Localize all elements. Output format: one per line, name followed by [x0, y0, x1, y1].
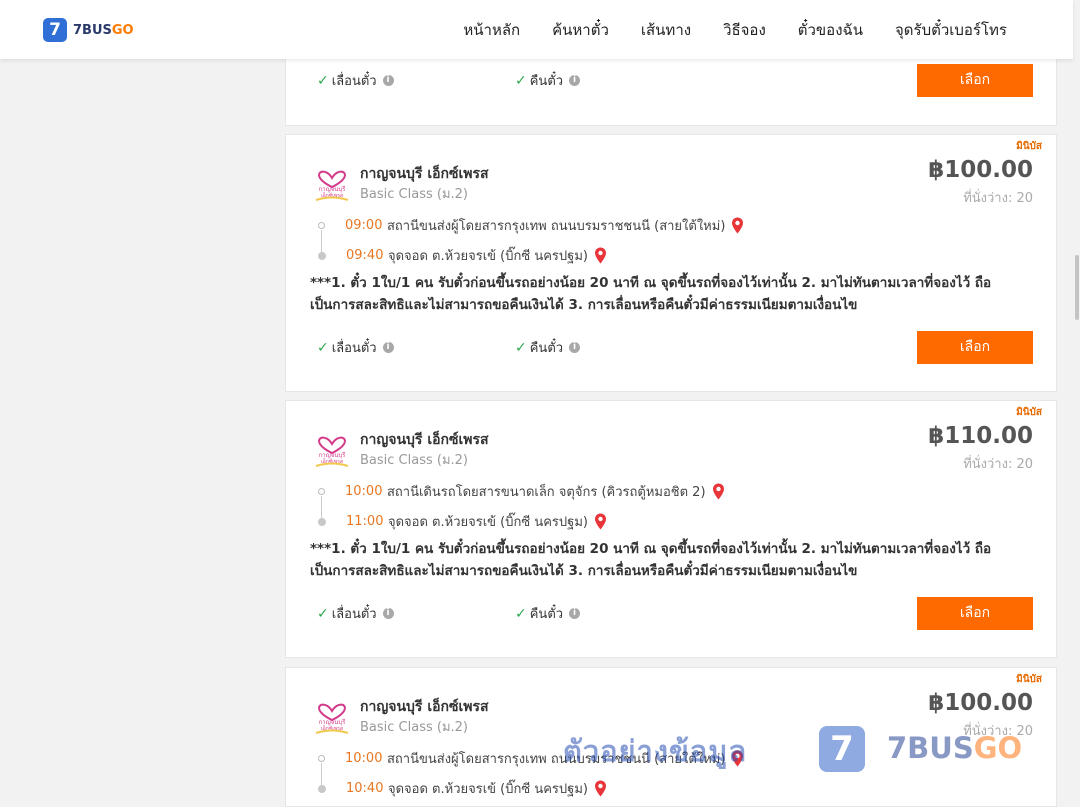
- bus-type-badge: มินิบัส: [1016, 674, 1042, 685]
- check-icon: ✓: [317, 72, 329, 89]
- info-icon[interactable]: i: [569, 75, 581, 86]
- refund-feature: ✓ คืนตั๋ว i: [515, 337, 581, 358]
- trip-note: ***1. ตั๋ว 1ใบ/1 คน รับตั๋วก่อนขึ้นรถอย่…: [310, 541, 992, 579]
- departure-dot: [318, 222, 325, 229]
- info-icon[interactable]: i: [382, 608, 394, 619]
- departure-dot: [318, 488, 325, 495]
- watermark-brand: 7BUSGO: [887, 731, 1023, 765]
- nav-home[interactable]: หน้าหลัก: [447, 18, 536, 42]
- reschedule-label: เลื่อนตั๋ว: [331, 341, 377, 356]
- select-button[interactable]: เลือก: [917, 331, 1033, 364]
- check-icon: ✓: [317, 339, 329, 356]
- check-icon: ✓: [515, 605, 527, 622]
- arrival-stop: 10:40 จุดจอด ต.ห้วยจรเข้ (บิ๊กซี นครปฐม): [310, 778, 607, 799]
- svg-text:กาญจนบุรี: กาญจนบุรี: [319, 185, 347, 193]
- reschedule-feature: ✓ เลื่อนตั๋ว i: [317, 603, 394, 624]
- arrival-time: 10:40: [346, 781, 384, 796]
- info-icon[interactable]: i: [382, 75, 394, 86]
- bus-type-badge: มินิบัส: [1016, 141, 1042, 152]
- departure-time: 10:00: [345, 751, 383, 766]
- service-class: Basic Class (ม.2): [360, 187, 468, 202]
- check-icon: ✓: [515, 72, 527, 89]
- departure-station: สถานีขนส่งผู้โดยสารกรุงเทพ ถนนบรมราชชนนี…: [387, 219, 726, 234]
- seats-available: ที่นั่งว่าง: 20: [963, 191, 1033, 206]
- svg-text:กาญจนบุรี: กาญจนบุรี: [319, 451, 347, 459]
- map-pin-icon[interactable]: [594, 247, 607, 264]
- info-icon[interactable]: i: [569, 608, 581, 619]
- nav-my-tickets[interactable]: ตั๋วของฉัน: [782, 18, 879, 42]
- page-scrollbar[interactable]: [1073, 0, 1080, 800]
- check-icon: ✓: [317, 605, 329, 622]
- departure-dot: [318, 755, 325, 762]
- refund-label: คืนตั๋ว: [529, 341, 564, 356]
- select-button[interactable]: เลือก: [917, 597, 1033, 630]
- map-pin-icon[interactable]: [712, 483, 725, 500]
- operator-logo: กาญจนบุรี เอ็กซ์เพรส: [315, 436, 349, 467]
- trip-card: มินิบัส กาญจนบุรี เอ็กซ์เพรส กาญจนบุรี เ…: [285, 134, 1057, 392]
- ticket-price: ฿110.00: [928, 423, 1033, 449]
- departure-time: 10:00: [345, 484, 383, 499]
- departure-time: 09:00: [345, 218, 383, 233]
- select-button[interactable]: เลือก: [917, 64, 1033, 97]
- operator-logo: กาญจนบุรี เอ็กซ์เพรส: [315, 703, 349, 734]
- operator-name: กาญจนบุรี เอ็กซ์เพรส: [360, 699, 489, 715]
- ticket-price: ฿100.00: [928, 690, 1033, 716]
- check-icon: ✓: [515, 339, 527, 356]
- ticket-price: ฿100.00: [928, 157, 1033, 183]
- operator-logo: กาญจนบุรี เอ็กซ์เพรส: [315, 170, 349, 201]
- svg-text:กาญจนบุรี: กาญจนบุรี: [319, 718, 347, 726]
- scroll-thumb[interactable]: [1075, 255, 1079, 320]
- refund-label: คืนตั๋ว: [529, 74, 564, 89]
- departure-station: สถานีเดินรถโดยสารขนาดเล็ก จตุจักร (คิวรถ…: [387, 485, 706, 500]
- logo-text: 7BUSGO: [73, 22, 134, 38]
- operator-name: กาญจนบุรี เอ็กซ์เพรส: [360, 166, 489, 182]
- arrival-time: 09:40: [346, 248, 384, 263]
- operator-name: กาญจนบุรี เอ็กซ์เพรส: [360, 432, 489, 448]
- map-pin-icon[interactable]: [594, 513, 607, 530]
- arrival-station: จุดจอด ต.ห้วยจรเข้ (บิ๊กซี นครปฐม): [388, 782, 588, 797]
- arrival-dot: [318, 784, 326, 793]
- reschedule-label: เลื่อนตั๋ว: [331, 74, 377, 89]
- info-icon[interactable]: i: [569, 342, 581, 353]
- arrival-station: จุดจอด ต.ห้วยจรเข้ (บิ๊กซี นครปฐม): [388, 515, 588, 530]
- departure-stop: 09:00 สถานีขนส่งผู้โดยสารกรุงเทพ ถนนบรมร…: [310, 215, 744, 236]
- bus-type-badge: มินิบัส: [1016, 407, 1042, 418]
- watermark-text: ตัวอย่างข้อมูล: [563, 734, 748, 768]
- top-header: 7 7BUSGO หน้าหลัก ค้นหาตั๋ว เส้นทาง วิธี…: [0, 0, 1073, 59]
- main-nav: หน้าหลัก ค้นหาตั๋ว เส้นทาง วิธีจอง ตั๋วข…: [447, 0, 1023, 59]
- info-icon[interactable]: i: [382, 342, 394, 353]
- arrival-dot: [318, 251, 326, 260]
- map-pin-icon[interactable]: [731, 217, 744, 234]
- service-class: Basic Class (ม.2): [360, 453, 468, 468]
- nav-how-to-book[interactable]: วิธีจอง: [707, 18, 782, 42]
- arrival-station: จุดจอด ต.ห้วยจรเข้ (บิ๊กซี นครปฐม): [388, 249, 588, 264]
- departure-stop: 10:00 สถานีเดินรถโดยสารขนาดเล็ก จตุจักร …: [310, 481, 725, 502]
- nav-routes[interactable]: เส้นทาง: [625, 18, 707, 42]
- refund-feature: ✓ คืนตั๋ว i: [515, 603, 581, 624]
- reschedule-feature: ✓ เลื่อนตั๋ว i: [317, 70, 394, 91]
- watermark-logo: 7: [819, 726, 865, 772]
- seats-available: ที่นั่งว่าง: 20: [963, 457, 1033, 472]
- site-logo[interactable]: 7 7BUSGO: [43, 18, 134, 42]
- arrival-dot: [318, 517, 326, 526]
- map-pin-icon[interactable]: [594, 780, 607, 797]
- logo-mark: 7: [43, 18, 67, 42]
- reschedule-feature: ✓ เลื่อนตั๋ว i: [317, 337, 394, 358]
- trip-card: มินิบัส กาญจนบุรี เอ็กซ์เพรส กาญจนบุรี เ…: [285, 400, 1057, 658]
- trip-note: ***1. ตั๋ว 1ใบ/1 คน รับตั๋วก่อนขึ้นรถอย่…: [310, 275, 992, 313]
- service-class: Basic Class (ม.2): [360, 720, 468, 735]
- arrival-stop: 11:00 จุดจอด ต.ห้วยจรเข้ (บิ๊กซี นครปฐม): [310, 511, 607, 532]
- refund-label: คืนตั๋ว: [529, 607, 564, 622]
- arrival-stop: 09:40 จุดจอด ต.ห้วยจรเข้ (บิ๊กซี นครปฐม): [310, 245, 607, 266]
- reschedule-label: เลื่อนตั๋ว: [331, 607, 377, 622]
- arrival-time: 11:00: [346, 514, 384, 529]
- refund-feature: ✓ คืนตั๋ว i: [515, 70, 581, 91]
- nav-search-ticket[interactable]: ค้นหาตั๋ว: [536, 18, 625, 42]
- nav-ticket-pickup[interactable]: จุดรับตั๋วเบอร์โทร: [879, 18, 1023, 42]
